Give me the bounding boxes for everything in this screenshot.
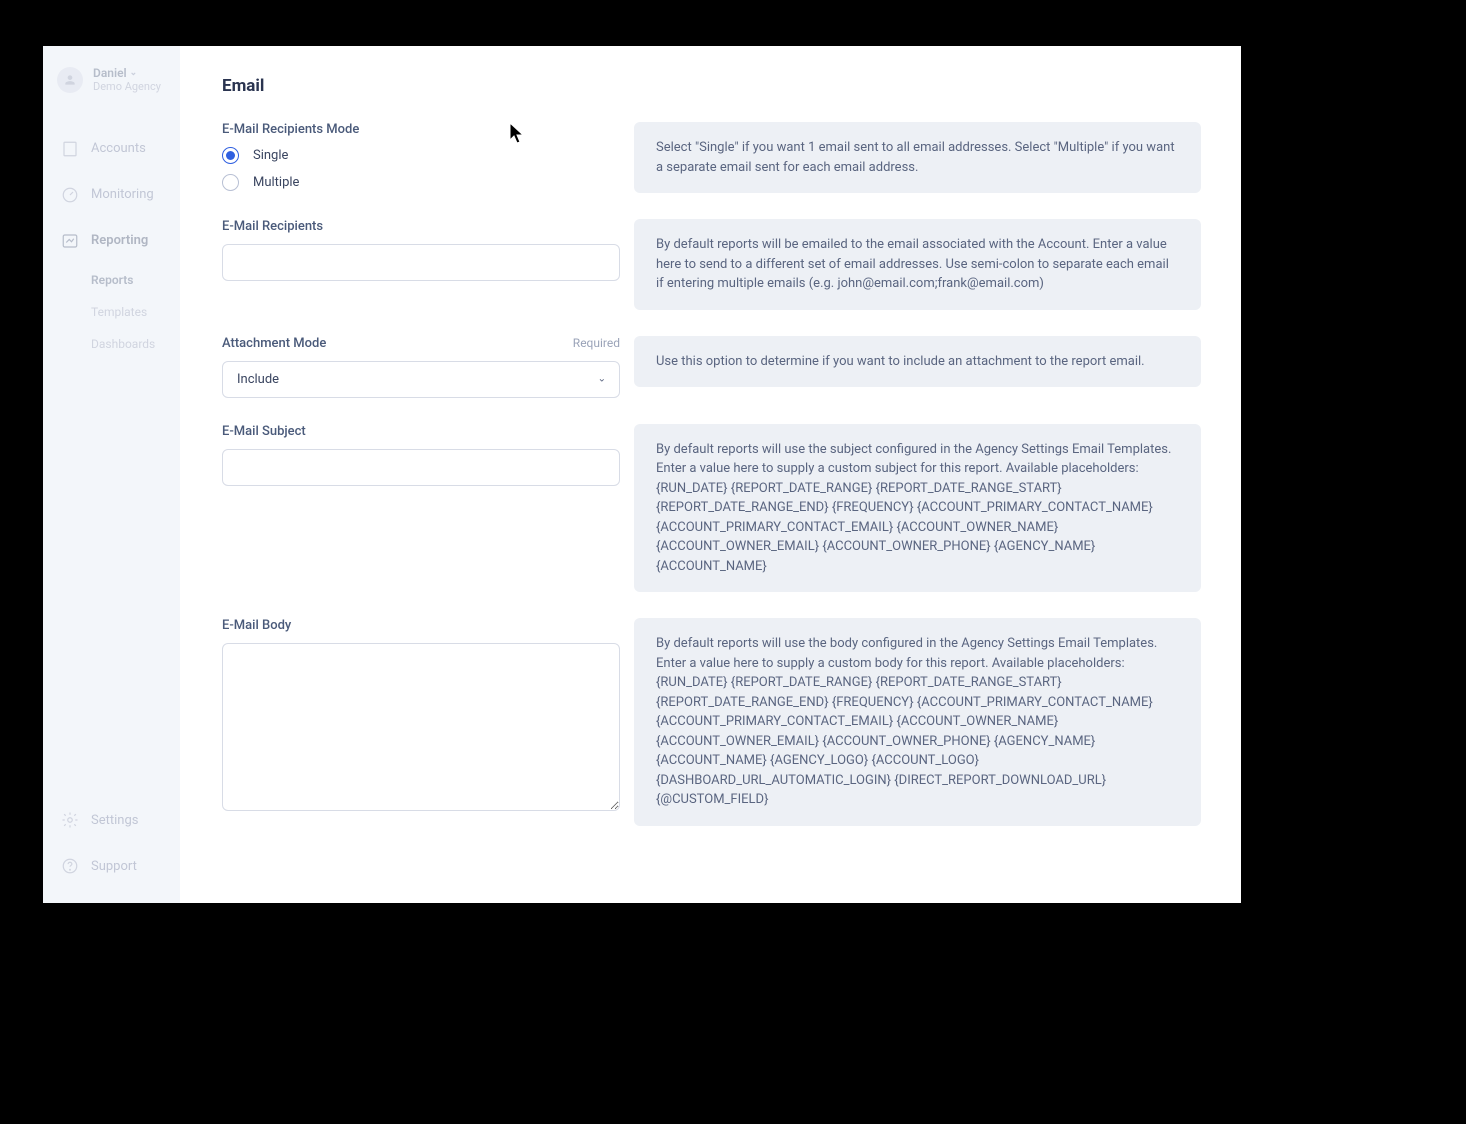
user-agency: Demo Agency (93, 80, 161, 93)
section-title: Email (222, 76, 1201, 96)
subject-help: By default reports will use the subject … (634, 424, 1201, 593)
body-help: By default reports will use the body con… (634, 618, 1201, 826)
sidebar-item-reporting[interactable]: Reporting (43, 218, 180, 264)
sidebar-item-accounts[interactable]: Accounts (43, 126, 180, 172)
subnav-item-dashboards[interactable]: Dashboards (91, 328, 180, 360)
recipients-label: E-Mail Recipients (222, 219, 620, 234)
recipients-mode-group: Single Multiple (222, 147, 620, 191)
user-menu[interactable]: Daniel ⌄ Demo Agency (43, 60, 180, 108)
radio-label: Multiple (253, 175, 299, 190)
sidebar-item-label: Support (91, 859, 137, 874)
subject-input[interactable] (222, 449, 620, 486)
sidebar: Daniel ⌄ Demo Agency Accounts Monitoring (43, 46, 180, 903)
attachment-mode-help: Use this option to determine if you want… (634, 336, 1201, 388)
attachment-mode-label: Attachment Mode (222, 336, 326, 351)
body-input[interactable] (222, 643, 620, 811)
required-tag: Required (573, 336, 620, 350)
radio-icon (222, 147, 239, 164)
chevron-down-icon: ⌄ (130, 68, 138, 79)
main-content: Email E-Mail Recipients Mode Single Mult… (180, 46, 1241, 903)
subnav-item-reports[interactable]: Reports (91, 264, 180, 296)
subject-label: E-Mail Subject (222, 424, 620, 439)
user-name: Daniel (93, 66, 127, 80)
recipients-mode-label: E-Mail Recipients Mode (222, 122, 620, 137)
sidebar-item-settings[interactable]: Settings (43, 797, 180, 843)
radio-icon (222, 174, 239, 191)
recipients-input[interactable] (222, 244, 620, 281)
radio-label: Single (253, 148, 288, 163)
sidebar-item-label: Reporting (91, 233, 148, 248)
radio-multiple[interactable]: Multiple (222, 174, 620, 191)
radio-single[interactable]: Single (222, 147, 620, 164)
gear-icon (61, 811, 79, 829)
subnav-item-templates[interactable]: Templates (91, 296, 180, 328)
recipients-mode-help: Select "Single" if you want 1 email sent… (634, 122, 1201, 193)
sidebar-item-label: Monitoring (91, 187, 154, 202)
help-icon (61, 857, 79, 875)
sidebar-item-monitoring[interactable]: Monitoring (43, 172, 180, 218)
sidebar-item-label: Settings (91, 813, 138, 828)
sidebar-item-support[interactable]: Support (43, 843, 180, 889)
building-icon (61, 140, 79, 158)
gauge-icon (61, 186, 79, 204)
recipients-help: By default reports will be emailed to th… (634, 219, 1201, 310)
attachment-mode-select[interactable]: Include (222, 361, 620, 398)
chart-icon (61, 232, 79, 250)
avatar (57, 67, 83, 93)
sidebar-item-label: Accounts (91, 141, 146, 156)
body-label: E-Mail Body (222, 618, 620, 633)
